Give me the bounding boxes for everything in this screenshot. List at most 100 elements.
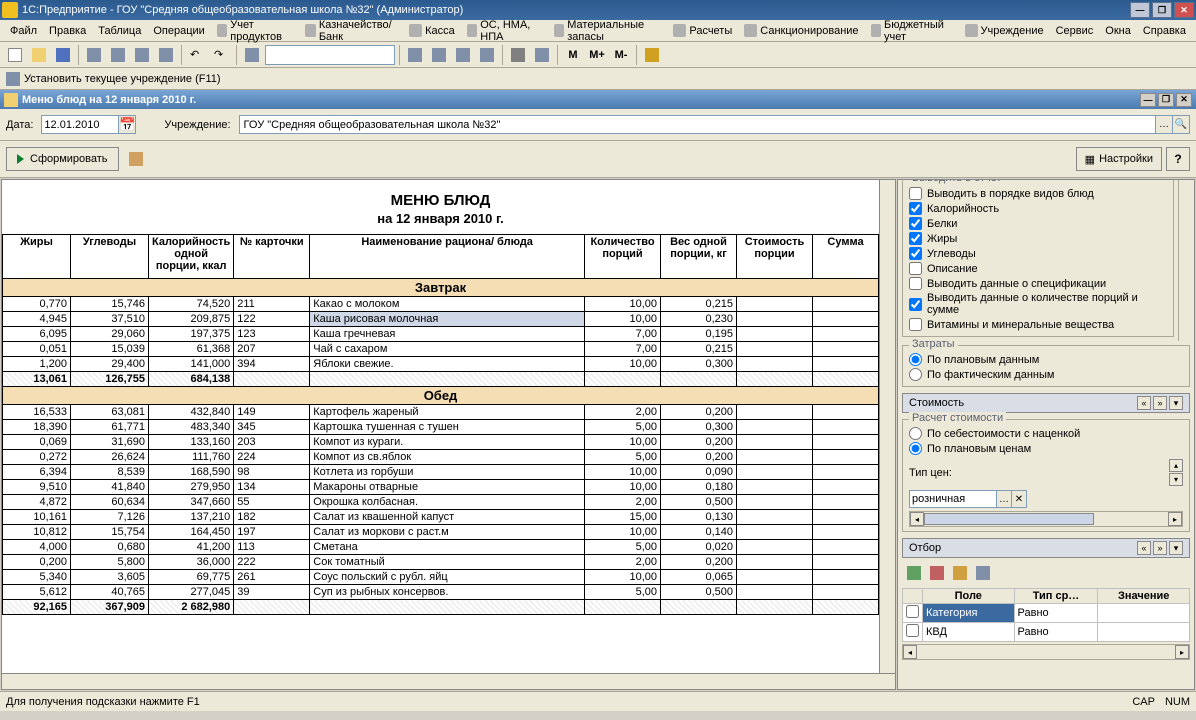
side-scrollbar[interactable]: [1178, 180, 1194, 341]
dropdown-icon[interactable]: ▾: [1169, 396, 1183, 410]
menu-касса[interactable]: Касса: [403, 22, 461, 39]
table-row[interactable]: 5,3403,60569,775261Соус польский с рубл.…: [3, 570, 879, 585]
menu-учет продуктов[interactable]: Учет продуктов: [211, 17, 300, 45]
output-check[interactable]: Углеводы: [909, 246, 1167, 261]
price-hscroll[interactable]: ◂▸: [909, 511, 1183, 527]
filter-row[interactable]: КВДРавно: [903, 623, 1190, 642]
radio-option[interactable]: По фактическим данным: [909, 367, 1183, 382]
radio-option[interactable]: По себестоимости с наценкой: [909, 426, 1183, 441]
output-check[interactable]: Выводить данные о количестве порций и су…: [909, 291, 1167, 317]
report-table[interactable]: ЖирыУглеводыКалорийность одной порции, к…: [2, 234, 879, 615]
price-up-button[interactable]: ▴: [1169, 459, 1183, 472]
radio-option[interactable]: По плановым ценам: [909, 441, 1183, 456]
mem-mplus-button[interactable]: M+: [586, 44, 608, 66]
price-down-button[interactable]: ▾: [1169, 473, 1183, 486]
tb-btn-d[interactable]: [476, 44, 498, 66]
output-check[interactable]: Калорийность: [909, 201, 1167, 216]
table-row[interactable]: 6,09529,060197,375123Каша гречневая7,000…: [3, 327, 879, 342]
table-row[interactable]: 6,3948,539168,59098Котлета из горбуши10,…: [3, 465, 879, 480]
save-button[interactable]: [52, 44, 74, 66]
menu-правка[interactable]: Правка: [43, 23, 92, 39]
date-picker-button[interactable]: 📅: [118, 115, 136, 134]
table-row[interactable]: 4,94537,510209,875122Каша рисовая молочн…: [3, 312, 879, 327]
filter-copy-button[interactable]: [973, 563, 993, 583]
tb-btn-b[interactable]: [428, 44, 450, 66]
radio-option[interactable]: По плановым данным: [909, 352, 1183, 367]
set-org-label[interactable]: Установить текущее учреждение (F11): [24, 73, 221, 85]
table-row[interactable]: 0,06931,690133,160203Компот из кураги.10…: [3, 435, 879, 450]
tools-dropdown[interactable]: [641, 44, 663, 66]
menu-санкционирование[interactable]: Санкционирование: [738, 22, 864, 39]
table-row[interactable]: 0,27226,624111,760224Компот из св.яблок5…: [3, 450, 879, 465]
org-select-button[interactable]: …: [1155, 115, 1173, 134]
menu-учреждение[interactable]: Учреждение: [959, 22, 1050, 39]
table-row[interactable]: 10,1617,126137,210182Салат из квашенной …: [3, 510, 879, 525]
output-check[interactable]: Выводить в порядке видов блюд: [909, 186, 1167, 201]
output-check[interactable]: Выводить данные о спецификации: [909, 276, 1167, 291]
collapse-right-icon[interactable]: »: [1153, 396, 1167, 410]
table-row[interactable]: 0,05115,03961,368207Чай с сахаром7,000,2…: [3, 342, 879, 357]
menu-таблица[interactable]: Таблица: [92, 23, 147, 39]
copy-button[interactable]: [107, 44, 129, 66]
menu-сервис[interactable]: Сервис: [1050, 23, 1100, 39]
doc-close-button[interactable]: ✕: [1176, 93, 1192, 107]
mem-mminus-button[interactable]: M-: [610, 44, 632, 66]
output-check[interactable]: Описание: [909, 261, 1167, 276]
tb-btn-a[interactable]: [404, 44, 426, 66]
help-button[interactable]: ?: [1166, 147, 1190, 171]
price-type-input[interactable]: [909, 490, 997, 508]
filter-section-header[interactable]: Отбор «»▾: [902, 538, 1190, 558]
price-clear-button[interactable]: ✕: [1011, 490, 1027, 508]
export-button[interactable]: [125, 148, 147, 170]
filter-edit-button[interactable]: [950, 563, 970, 583]
close-button[interactable]: ✕: [1174, 2, 1194, 18]
table-row[interactable]: 18,39061,771483,340345Картошка тушенная …: [3, 420, 879, 435]
price-section-header[interactable]: Стоимость «»▾: [902, 393, 1190, 413]
mem-m-button[interactable]: M: [562, 44, 584, 66]
menu-операции[interactable]: Операции: [147, 23, 210, 39]
filter-table[interactable]: ПолеТип ср…ЗначениеКатегорияРавноКВДРавн…: [902, 588, 1190, 642]
output-check[interactable]: Белки: [909, 216, 1167, 231]
calendar-button[interactable]: [531, 44, 553, 66]
open-button[interactable]: [28, 44, 50, 66]
output-check[interactable]: Жиры: [909, 231, 1167, 246]
table-row[interactable]: 4,87260,634347,66055Окрошка колбасная.2,…: [3, 495, 879, 510]
filter-del-button[interactable]: [927, 563, 947, 583]
date-input[interactable]: [41, 115, 119, 134]
settings-button[interactable]: ▦ Настройки: [1076, 147, 1162, 171]
tb-btn-c[interactable]: [452, 44, 474, 66]
find-button[interactable]: [241, 44, 263, 66]
doc-minimize-button[interactable]: —: [1140, 93, 1156, 107]
doc-maximize-button[interactable]: ❐: [1158, 93, 1174, 107]
filter-row[interactable]: КатегорияРавно: [903, 604, 1190, 623]
menu-бюджетный учет[interactable]: Бюджетный учет: [865, 17, 959, 45]
new-doc-button[interactable]: [4, 44, 26, 66]
menu-файл[interactable]: Файл: [4, 23, 43, 39]
table-row[interactable]: 16,53363,081432,840149Картофель жареный2…: [3, 405, 879, 420]
table-row[interactable]: 9,51041,840279,950134Макароны отварные10…: [3, 480, 879, 495]
menu-материальные запасы[interactable]: Материальные запасы: [548, 17, 668, 45]
table-row[interactable]: 0,77015,74674,520211Какао с молоком10,00…: [3, 297, 879, 312]
menu-окна[interactable]: Окна: [1099, 23, 1137, 39]
print-button[interactable]: [155, 44, 177, 66]
org-input[interactable]: [239, 115, 1156, 134]
output-check[interactable]: Витамины и минеральные вещества: [909, 317, 1167, 332]
menu-расчеты[interactable]: Расчеты: [667, 22, 738, 39]
cut-button[interactable]: [83, 44, 105, 66]
table-row[interactable]: 1,20029,400141,000394Яблоки свежие.10,00…: [3, 357, 879, 372]
table-row[interactable]: 10,81215,754164,450197Салат из моркови с…: [3, 525, 879, 540]
filter-add-button[interactable]: [904, 563, 924, 583]
calc-button[interactable]: [507, 44, 529, 66]
vertical-scrollbar[interactable]: [879, 180, 895, 673]
maximize-button[interactable]: ❐: [1152, 2, 1172, 18]
table-row[interactable]: 0,2005,80036,000222Сок томатный2,000,200: [3, 555, 879, 570]
price-select-button[interactable]: …: [996, 490, 1012, 508]
horizontal-scrollbar[interactable]: [2, 673, 895, 689]
menu-казначейство/банк[interactable]: Казначейство/Банк: [299, 17, 403, 45]
undo-button[interactable]: ↶: [186, 44, 208, 66]
menu-ос, нма, нпа[interactable]: ОС, НМА, НПА: [461, 17, 548, 45]
menu-справка[interactable]: Справка: [1137, 23, 1192, 39]
paste-button[interactable]: [131, 44, 153, 66]
collapse-left-icon[interactable]: «: [1137, 396, 1151, 410]
search-combo[interactable]: [265, 45, 395, 65]
